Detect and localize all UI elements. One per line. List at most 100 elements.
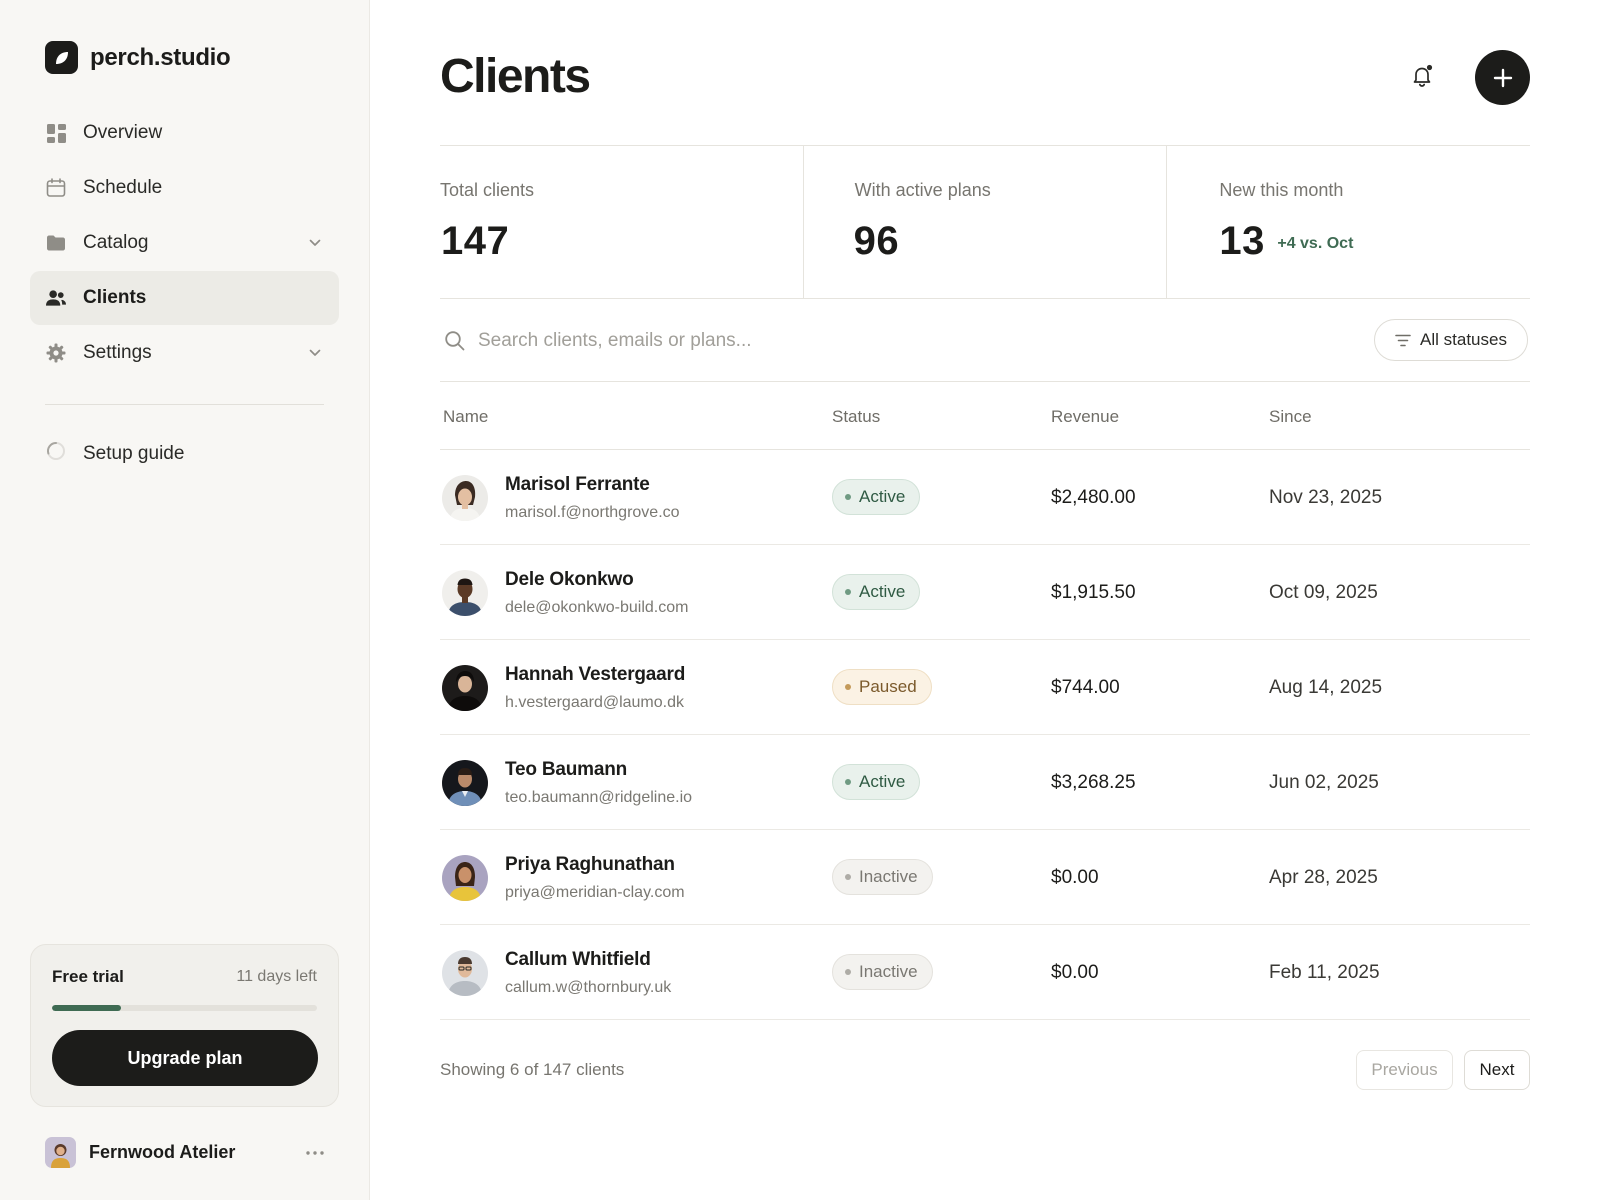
stat-new-this-month: New this month 13 +4 vs. Oct [1166, 146, 1530, 298]
stat-value: 13 [1219, 219, 1265, 263]
status-badge: Paused [832, 669, 932, 705]
sidebar-nav: Overview Schedule Catalog Clients Settin… [30, 106, 339, 381]
column-header-since[interactable]: Since [1269, 407, 1312, 427]
stat-label: Total clients [440, 180, 535, 200]
clients-table: Name Status Revenue Since Marisol Ferran… [440, 383, 1530, 1020]
client-email: dele@okonkwo-build.com [505, 598, 689, 616]
folder-icon [46, 233, 66, 253]
avatar [442, 949, 488, 996]
pagination-summary: Showing 6 of 147 clients [440, 1060, 625, 1079]
client-since: Aug 14, 2025 [1269, 677, 1383, 698]
column-header-status[interactable]: Status [832, 407, 880, 427]
setup-guide-label: Setup guide [83, 443, 185, 464]
upgrade-plan-button[interactable]: Upgrade plan [52, 1030, 318, 1086]
bell-icon[interactable] [1408, 62, 1436, 90]
account-switcher[interactable]: Fernwood Atelier [45, 1137, 327, 1168]
filter-icon [1395, 334, 1411, 346]
client-since: Nov 23, 2025 [1269, 487, 1383, 508]
sidebar: perch.studio Overview Schedule Catalog C… [0, 0, 370, 1200]
client-revenue: $744.00 [1051, 677, 1120, 698]
table-row[interactable]: Teo Baumann teo.baumann@ridgeline.io Act… [440, 735, 1530, 830]
search-input[interactable] [478, 324, 1298, 358]
sidebar-item-label: Clients [83, 287, 147, 308]
table-row[interactable]: Dele Okonkwo dele@okonkwo-build.com Acti… [440, 545, 1530, 640]
trial-title: Free trial [52, 967, 124, 986]
stat-value: 96 [853, 219, 900, 263]
table-row[interactable]: Marisol Ferrante marisol.f@northgrove.co… [440, 450, 1530, 545]
client-email: callum.w@thornbury.uk [505, 978, 672, 996]
table-footer: Showing 6 of 147 clients Previous Next [440, 1050, 1530, 1090]
client-email: marisol.f@northgrove.co [505, 503, 680, 521]
sidebar-item-overview[interactable]: Overview [30, 106, 339, 160]
sidebar-item-clients[interactable]: Clients [30, 271, 339, 325]
stat-value: 147 [441, 219, 510, 263]
client-email: teo.baumann@ridgeline.io [505, 788, 693, 806]
avatar [442, 664, 488, 711]
client-name: Teo Baumann [505, 758, 628, 780]
client-email: h.vestergaard@laumo.dk [505, 693, 684, 711]
client-since: Feb 11, 2025 [1269, 962, 1380, 983]
trial-days-left: 11 days left [236, 968, 317, 985]
client-revenue: $3,268.25 [1051, 772, 1136, 793]
client-name: Marisol Ferrante [505, 473, 650, 495]
avatar [442, 569, 488, 616]
calendar-icon [46, 178, 66, 198]
chevron-down-icon[interactable] [307, 235, 323, 251]
stat-delta: +4 vs. Oct [1277, 235, 1354, 252]
account-name: Fernwood Atelier [89, 1142, 236, 1162]
sidebar-item-label: Schedule [83, 177, 163, 198]
plus-icon [1493, 68, 1512, 87]
more-options-icon[interactable] [303, 1141, 327, 1165]
gear-icon [46, 343, 66, 363]
stats-row: Total clients 147 With active plans 96 N… [440, 145, 1530, 299]
client-name: Hannah Vestergaard [505, 663, 686, 685]
client-revenue: $2,480.00 [1051, 487, 1136, 508]
table-row[interactable]: Callum Whitfield callum.w@thornbury.uk I… [440, 925, 1530, 1020]
client-name: Priya Raghunathan [505, 853, 675, 875]
page-title: Clients [440, 50, 591, 103]
chevron-down-icon[interactable] [307, 345, 323, 361]
status-badge: Active [832, 764, 921, 800]
search-bar: All statuses [440, 300, 1530, 382]
status-filter-button[interactable]: All statuses [1374, 319, 1528, 361]
dashboard-icon [46, 123, 66, 143]
client-name: Dele Okonkwo [505, 568, 634, 590]
brand-name: perch.studio [90, 43, 231, 71]
add-client-button[interactable] [1475, 50, 1530, 105]
sidebar-divider [45, 404, 324, 405]
avatar [442, 759, 488, 806]
stat-label: With active plans [854, 180, 991, 200]
column-header-name[interactable]: Name [443, 407, 488, 427]
brand-logo-icon [45, 41, 78, 74]
status-badge: Active [832, 479, 921, 515]
stat-label: New this month [1219, 180, 1344, 200]
previous-page-button[interactable]: Previous [1356, 1050, 1453, 1090]
setup-guide-link[interactable]: Setup guide [46, 441, 184, 467]
stat-active-plans: With active plans 96 [802, 146, 1167, 298]
progress-ring-icon [46, 441, 66, 467]
stat-total-clients: Total clients 147 [440, 146, 803, 298]
table-row[interactable]: Hannah Vestergaard h.vestergaard@laumo.d… [440, 640, 1530, 735]
sidebar-item-label: Catalog [83, 232, 149, 253]
avatar [442, 474, 488, 521]
client-name: Callum Whitfield [505, 948, 651, 970]
sidebar-item-label: Overview [83, 122, 163, 143]
avatar [442, 854, 488, 901]
table-header: Name Status Revenue Since [440, 383, 1530, 450]
users-icon [46, 288, 66, 308]
table-row[interactable]: Priya Raghunathan priya@meridian-clay.co… [440, 830, 1530, 925]
client-revenue: $0.00 [1051, 962, 1099, 983]
sidebar-item-label: Settings [83, 342, 152, 363]
status-badge: Active [832, 574, 921, 610]
sidebar-item-schedule[interactable]: Schedule [30, 161, 339, 215]
client-since: Apr 28, 2025 [1269, 867, 1378, 888]
next-page-button[interactable]: Next [1464, 1050, 1530, 1090]
brand[interactable]: perch.studio [45, 41, 231, 74]
client-email: priya@meridian-clay.com [505, 883, 685, 901]
column-header-revenue[interactable]: Revenue [1051, 407, 1119, 427]
trial-progress-bar [52, 1005, 317, 1011]
client-since: Jun 02, 2025 [1269, 772, 1379, 793]
sidebar-item-settings[interactable]: Settings [30, 326, 339, 380]
sidebar-item-catalog[interactable]: Catalog [30, 216, 339, 270]
client-since: Oct 09, 2025 [1269, 582, 1378, 603]
